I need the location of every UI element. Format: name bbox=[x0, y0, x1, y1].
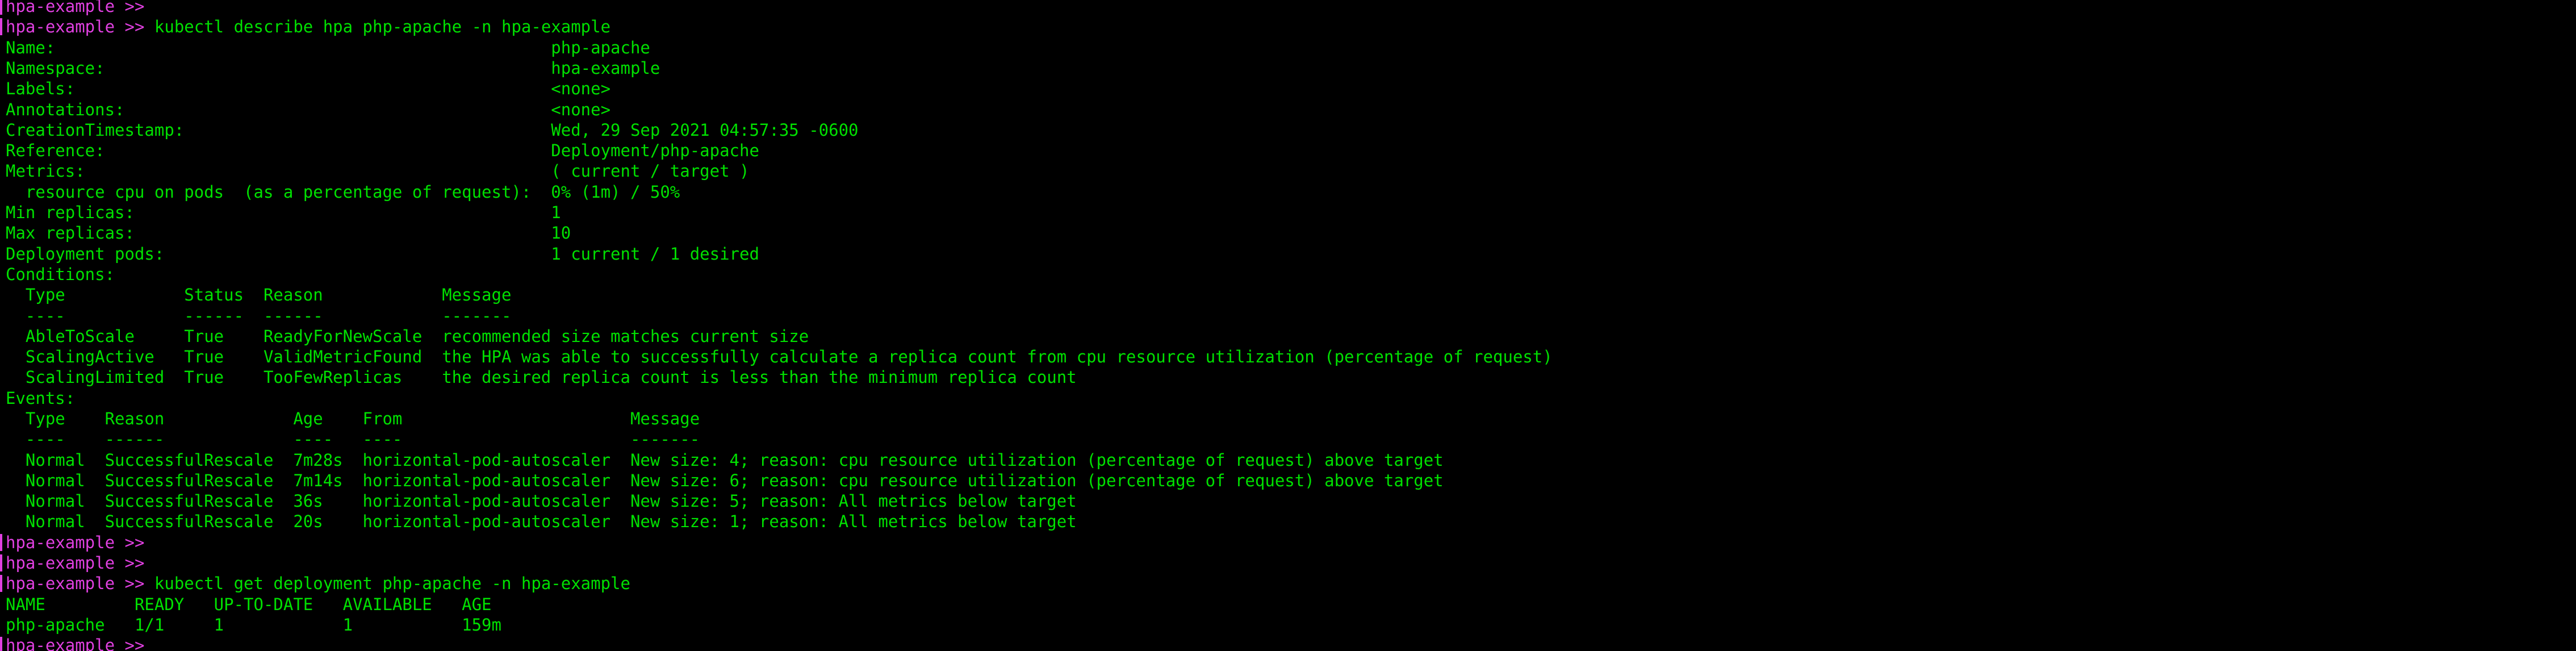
output-line: Annotations: <none> bbox=[6, 100, 611, 119]
prompt-marker bbox=[0, 554, 2, 571]
output-line: NAME READY UP-TO-DATE AVAILABLE AGE bbox=[6, 595, 492, 614]
output-line: Conditions: bbox=[6, 265, 115, 284]
output-line: Events: bbox=[6, 389, 76, 408]
prompt-marker bbox=[0, 637, 2, 651]
prompt-marker bbox=[0, 575, 2, 592]
output-line: ---- ------ ------ ------- bbox=[6, 306, 512, 326]
output-line: Max replicas: 10 bbox=[6, 223, 571, 243]
output-line: Name: php-apache bbox=[6, 38, 650, 57]
prompt-line: hpa-example >> kubectl describe hpa php-… bbox=[6, 16, 610, 37]
output-line: ScalingActive True ValidMetricFound the … bbox=[6, 347, 1553, 366]
output-line: CreationTimestamp: Wed, 29 Sep 2021 04:5… bbox=[6, 120, 859, 140]
prompt-label: hpa-example >> bbox=[6, 636, 145, 651]
output-line: Metrics: ( current / target ) bbox=[6, 161, 750, 181]
output-line: Normal SuccessfulRescale 36s horizontal-… bbox=[6, 491, 1077, 511]
prompt-line: hpa-example >> bbox=[6, 553, 144, 573]
output-line: php-apache 1/1 1 1 159m bbox=[6, 615, 501, 635]
output-line: Deployment pods: 1 current / 1 desired bbox=[6, 244, 759, 264]
output-line: Normal SuccessfulRescale 7m14s horizonta… bbox=[6, 471, 1444, 490]
output-line: AbleToScale True ReadyForNewScale recomm… bbox=[6, 327, 809, 346]
output-line: ScalingLimited True TooFewReplicas the d… bbox=[6, 368, 1077, 387]
prompt-label: hpa-example >> bbox=[6, 0, 145, 16]
prompt-marker bbox=[0, 18, 2, 35]
prompt-label: hpa-example >> bbox=[6, 17, 145, 36]
output-line: Normal SuccessfulRescale 7m28s horizonta… bbox=[6, 450, 1444, 470]
prompt-marker bbox=[0, 0, 2, 15]
prompt-line: hpa-example >> bbox=[6, 532, 144, 553]
output-line: Min replicas: 1 bbox=[6, 203, 561, 222]
output-line: Type Status Reason Message bbox=[6, 285, 512, 304]
prompt-label: hpa-example >> bbox=[6, 533, 145, 552]
output-line: Type Reason Age From Message bbox=[6, 409, 700, 428]
prompt-line: hpa-example >> kubectl get deployment ph… bbox=[6, 573, 630, 594]
output-line: ---- ------ ---- ---- ------- bbox=[6, 429, 700, 449]
prompt-label: hpa-example >> bbox=[6, 574, 145, 593]
command-text: kubectl get deployment php-apache -n hpa… bbox=[144, 574, 630, 593]
output-line: Normal SuccessfulRescale 20s horizontal-… bbox=[6, 512, 1077, 531]
prompt-marker bbox=[0, 534, 2, 551]
output-line: Namespace: hpa-example bbox=[6, 59, 660, 78]
prompt-line: hpa-example >> bbox=[6, 0, 144, 16]
command-text: kubectl describe hpa php-apache -n hpa-e… bbox=[144, 17, 611, 36]
prompt-line: hpa-example >> bbox=[6, 635, 144, 651]
output-line: Reference: Deployment/php-apache bbox=[6, 141, 759, 160]
output-line: resource cpu on pods (as a percentage of… bbox=[6, 182, 680, 202]
terminal-window[interactable]: hpa-example >> hpa-example >> kubectl des… bbox=[0, 0, 2576, 651]
prompt-label: hpa-example >> bbox=[6, 553, 145, 573]
output-line: Labels: <none> bbox=[6, 79, 611, 98]
